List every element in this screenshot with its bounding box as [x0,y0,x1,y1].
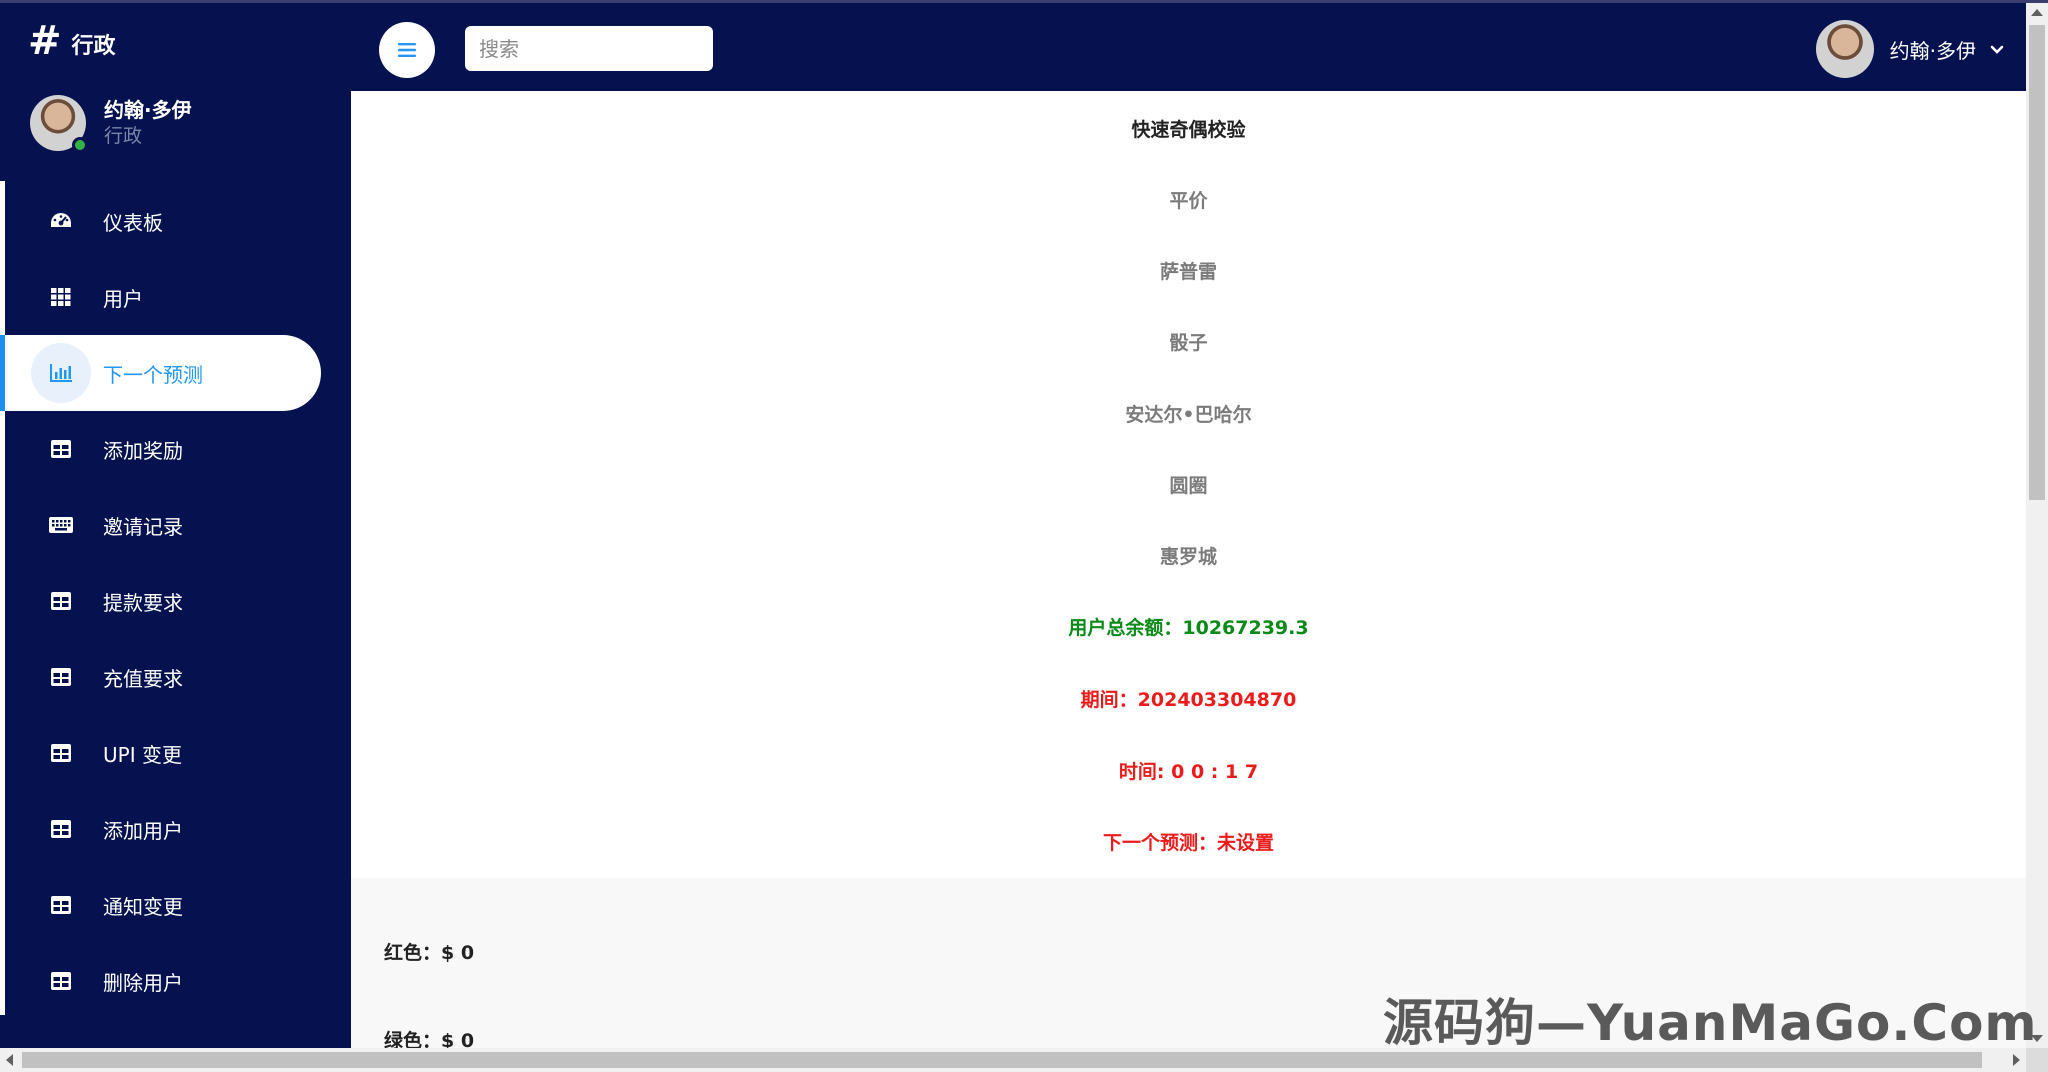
profile-name: 约翰·多伊 [104,98,192,122]
sidebar-item-label: 用户 [103,286,143,311]
vertical-scrollbar[interactable] [2026,3,2048,1048]
sidebar: # 行政 约翰·多伊 行政 仪表板 用户 下一个预测 添加奖励 邀请记录 提款要… [0,3,351,1048]
total-balance: 用户总余额：10267239.3 [1068,617,1309,639]
brand[interactable]: # 行政 [28,21,116,61]
sidebar-menu: 仪表板 用户 下一个预测 添加奖励 邀请记录 提款要求 充值要求 UPI 变更 … [0,183,351,1019]
next-prediction-status: 下一个预测：未设置 [1102,832,1274,854]
red-bet-amount: 红色：$ 0 [384,942,475,964]
sidebar-item-withdraw-requests[interactable]: 提款要求 [5,563,351,639]
avatar [1815,20,1874,78]
sidebar-item-label: 通知变更 [103,894,183,919]
page-title: 快速奇偶校验 [1131,119,1246,141]
green-bet-amount: 绿色：$ 0 [384,1030,475,1048]
table-icon [31,647,91,707]
online-status-dot [72,137,88,153]
sidebar-item-label: 提款要求 [103,590,183,615]
dashboard-icon [31,191,91,251]
sidebar-item-add-reward[interactable]: 添加奖励 [5,411,351,487]
period-value: 期间：202403304870 [1080,689,1297,711]
sidebar-item-label: 添加奖励 [103,438,183,463]
user-name: 约翰·多伊 [1889,38,1976,63]
grid-icon [31,267,91,327]
user-menu[interactable]: 约翰·多伊 [1815,20,2004,78]
table-icon [31,723,91,783]
search-input[interactable] [465,26,713,71]
sidebar-item-recharge-requests[interactable]: 充值要求 [5,639,351,715]
game-link-wheel[interactable]: 惠罗城 [351,542,2026,569]
keyboard-icon [31,495,91,555]
countdown-timer: 时间: 0 0 : 1 7 [1118,761,1259,783]
watermark: 源码狗—YuanMaGo.Com [1383,994,2038,1052]
sidebar-item-label: 充值要求 [103,666,183,691]
sidebar-item-label: 仪表板 [103,210,163,235]
game-link-circle[interactable]: 圆圈 [351,471,2026,498]
table-icon [31,571,91,631]
bar-chart-icon [31,343,91,403]
table-icon [31,799,91,859]
table-icon [31,875,91,935]
topbar: 约翰·多伊 [351,3,2026,91]
prediction-panel: 快速奇偶校验 平价 萨普雷 骰子 安达尔•巴哈尔 圆圈 惠罗城 用户总余额：10… [351,91,2026,878]
sidebar-item-add-user[interactable]: 添加用户 [5,791,351,867]
table-icon [31,419,91,479]
scroll-right-icon[interactable] [2013,1054,2020,1066]
menu-toggle-button[interactable] [379,22,435,78]
hamburger-icon [398,43,416,57]
main-content: 快速奇偶校验 平价 萨普雷 骰子 安达尔•巴哈尔 圆圈 惠罗城 用户总余额：10… [351,91,2026,1048]
hash-icon: # [28,18,62,64]
sidebar-item-invite-records[interactable]: 邀请记录 [5,487,351,563]
sidebar-item-users[interactable]: 用户 [5,259,351,335]
sidebar-item-dashboard[interactable]: 仪表板 [5,183,351,259]
scroll-left-icon[interactable] [6,1054,13,1066]
table-icon [31,951,91,1011]
sidebar-item-label: UPI 变更 [103,742,182,767]
sidebar-item-label: 添加用户 [103,818,183,843]
sidebar-item-notice-change[interactable]: 通知变更 [5,867,351,943]
game-link-parity[interactable]: 平价 [351,186,2026,213]
brand-title: 行政 [71,34,116,59]
game-link-andar-bahar[interactable]: 安达尔•巴哈尔 [351,400,2026,427]
sidebar-item-label: 邀请记录 [103,514,183,539]
avatar [30,95,88,153]
game-link-dice[interactable]: 骰子 [351,328,2026,355]
scroll-up-icon[interactable] [2031,9,2043,16]
sidebar-item-delete-user[interactable]: 删除用户 [5,943,351,1019]
sidebar-item-next-prediction[interactable]: 下一个预测 [0,335,321,411]
scrollbar-thumb[interactable] [2029,25,2045,500]
sidebar-item-upi-change[interactable]: UPI 变更 [5,715,351,791]
profile-role: 行政 [104,125,143,147]
game-link-sapre[interactable]: 萨普雷 [351,257,2026,284]
sidebar-item-label: 下一个预测 [103,362,203,387]
chevron-down-icon [1990,40,2004,59]
sidebar-profile: 约翰·多伊 行政 [30,95,192,153]
sidebar-item-label: 删除用户 [103,970,183,995]
